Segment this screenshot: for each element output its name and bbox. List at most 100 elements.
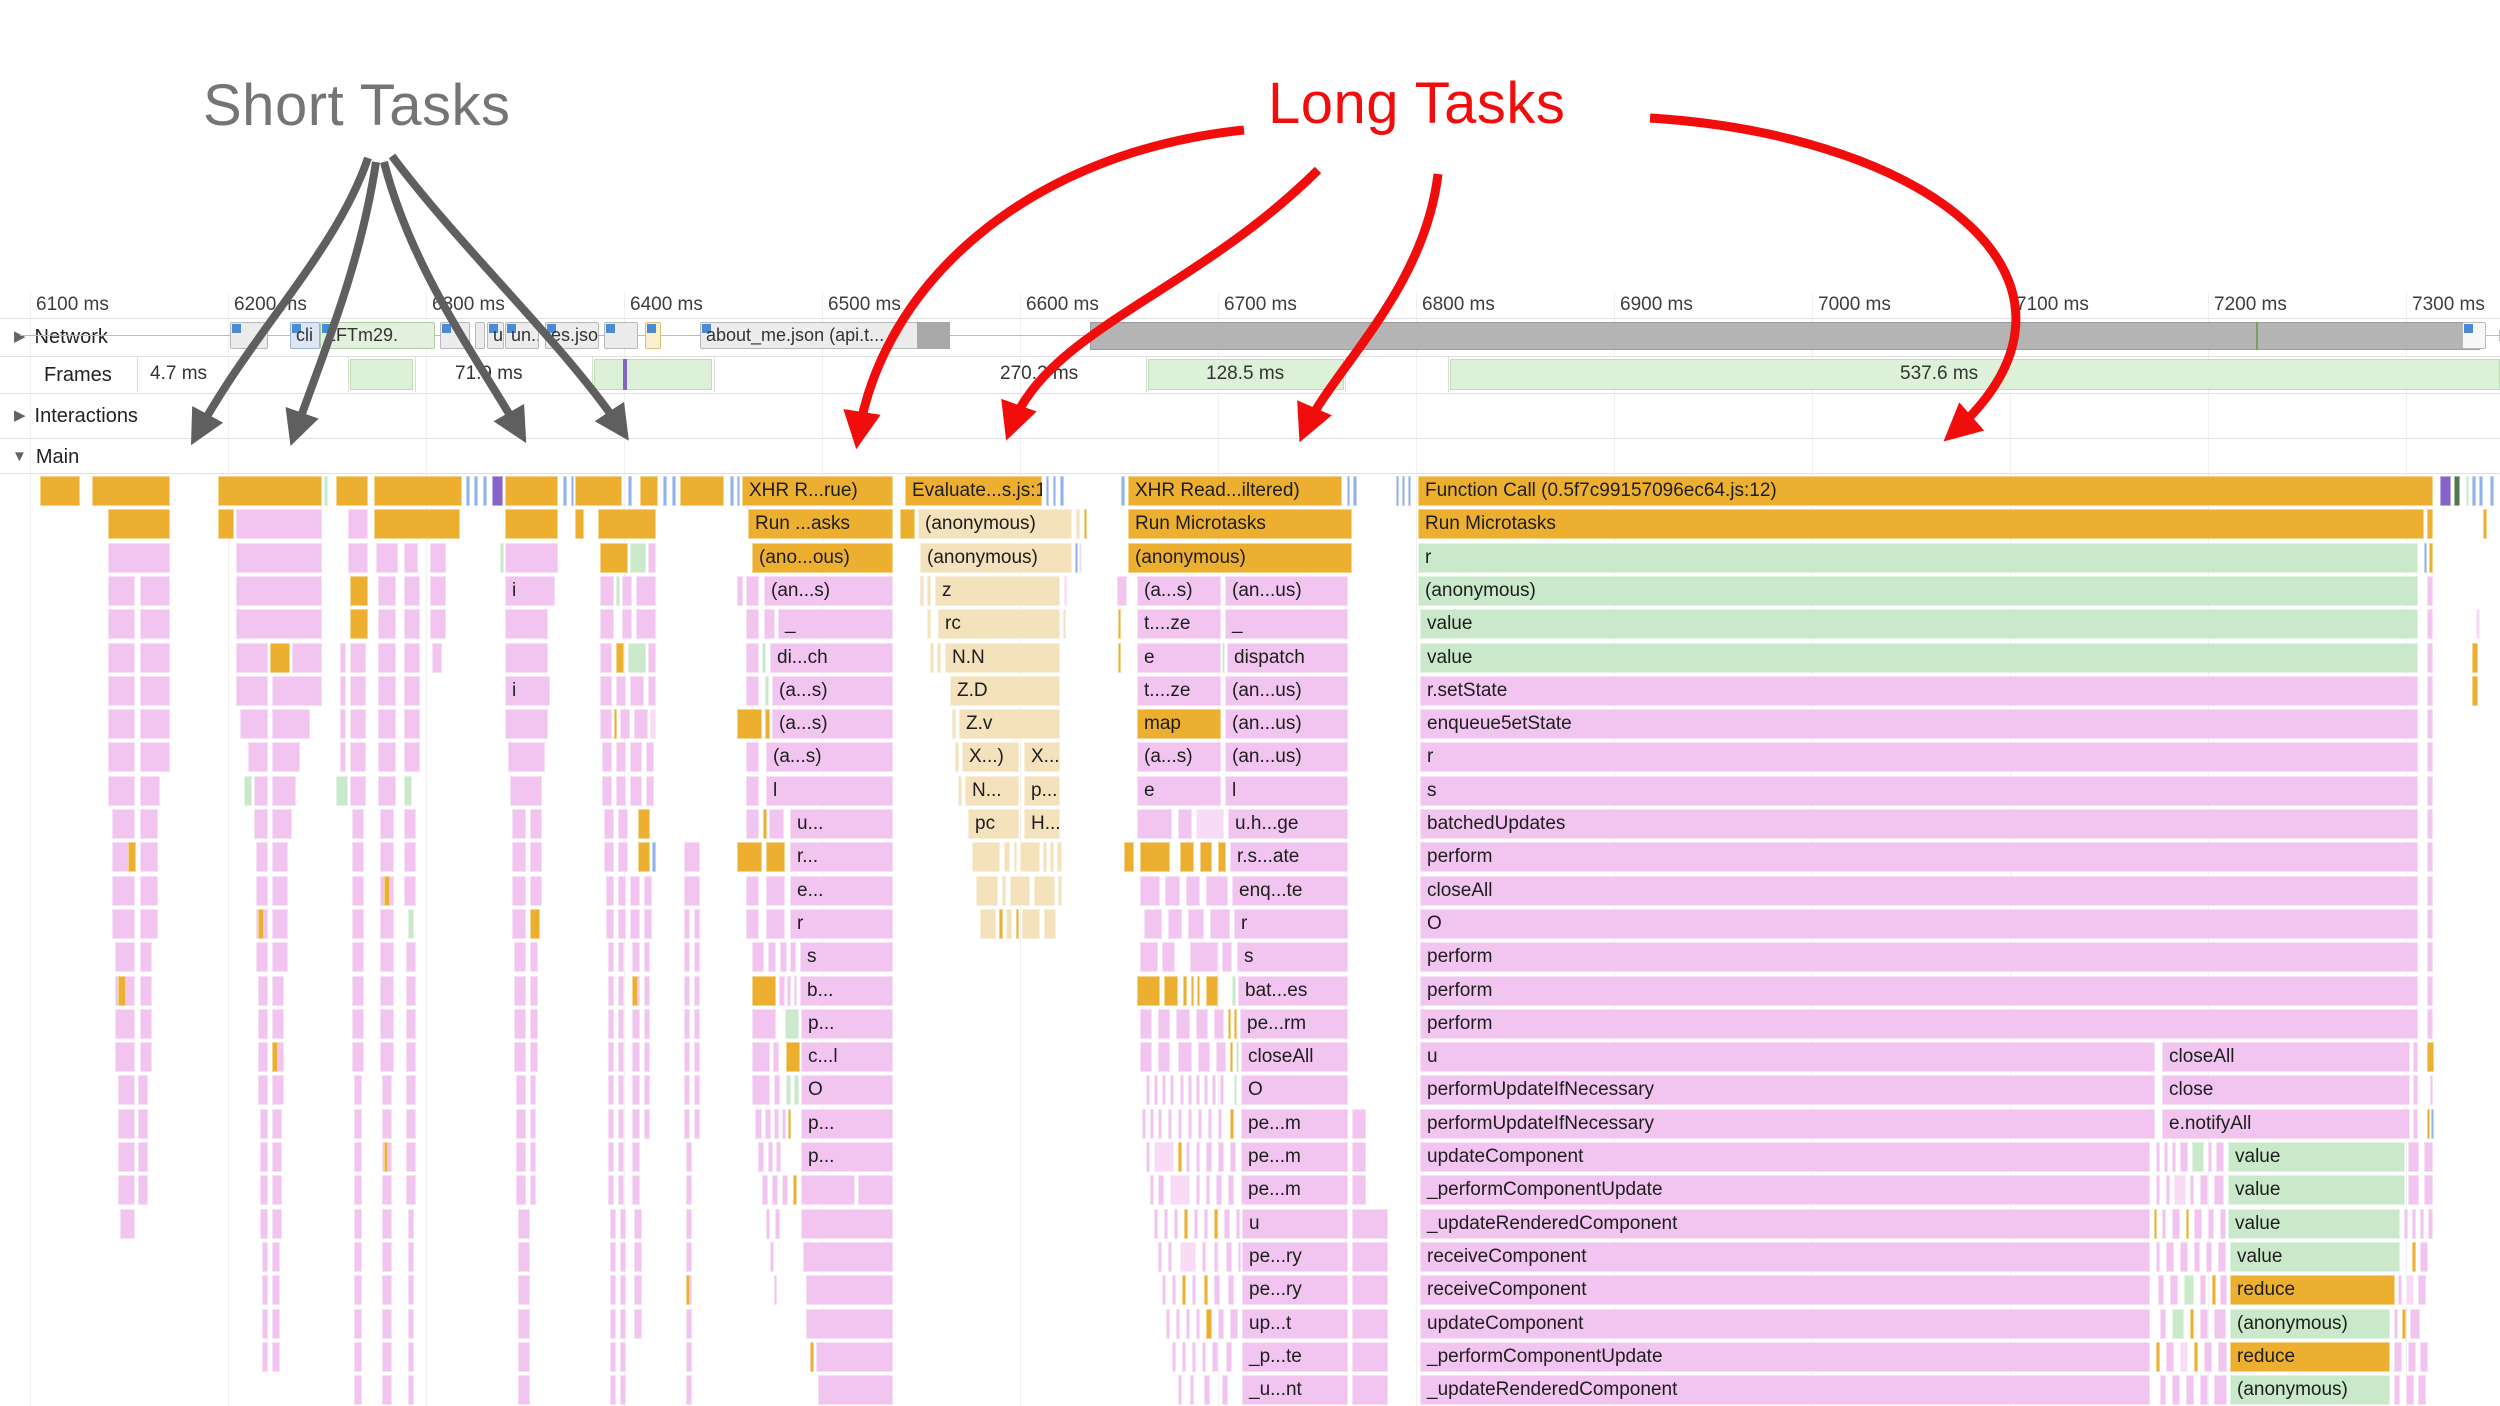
flame-chip[interactable] (140, 575, 170, 606)
flame-chip[interactable] (1402, 476, 1405, 506)
flame-bar[interactable]: (anonymous) (2230, 1308, 2390, 1339)
flame-chip[interactable] (408, 1275, 414, 1306)
flame-chip[interactable] (1022, 908, 1040, 939)
flame-chip[interactable] (604, 842, 614, 873)
flame-chip[interactable] (571, 476, 574, 506)
flame-chip[interactable] (2490, 476, 2494, 506)
flame-chip[interactable] (1016, 908, 1019, 939)
flame-chip[interactable] (684, 875, 700, 906)
flame-chip[interactable] (2170, 1275, 2178, 1306)
flame-chip[interactable] (376, 542, 398, 573)
flame-chip[interactable] (404, 875, 416, 906)
flame-chip[interactable] (108, 542, 170, 573)
flame-chip[interactable] (787, 975, 791, 1006)
flame-chip[interactable] (138, 1175, 148, 1206)
flame-chip[interactable] (404, 709, 420, 740)
flame-bar[interactable]: (an...us) (1225, 709, 1348, 740)
flame-chip[interactable] (2406, 1275, 2414, 1306)
flame-chip[interactable] (618, 975, 624, 1006)
flame-chip[interactable] (684, 975, 690, 1006)
flame-chip[interactable] (530, 1075, 536, 1106)
flame-chip[interactable] (737, 709, 762, 740)
flame-chip[interactable] (272, 1275, 280, 1306)
flame-bar[interactable]: Z.v (959, 709, 1060, 740)
flame-chip[interactable] (352, 1008, 364, 1039)
flame-chip[interactable] (236, 642, 268, 673)
flame-chip[interactable] (1214, 1241, 1218, 1272)
flame-chip[interactable] (610, 1208, 616, 1239)
flame-chip[interactable] (380, 942, 394, 973)
flame-chip[interactable] (816, 1341, 893, 1372)
flame-chip[interactable] (505, 709, 548, 740)
flame-chip[interactable] (2192, 1142, 2204, 1172)
flame-bar[interactable]: _updateRenderedComponent (1420, 1375, 2150, 1406)
flame-bar[interactable]: pe...ry (1242, 1241, 1348, 1272)
flame-chip[interactable] (512, 809, 526, 839)
flame-chip[interactable] (2214, 1175, 2224, 1206)
flame-chip[interactable] (404, 642, 420, 673)
flame-chip[interactable] (354, 1175, 362, 1206)
flame-bar[interactable]: (ano...ous) (752, 542, 893, 573)
flame-chip[interactable] (2413, 1075, 2418, 1106)
frame-chip[interactable] (350, 359, 413, 390)
flame-chip[interactable] (140, 1042, 152, 1073)
flame-chip[interactable] (108, 675, 135, 706)
flame-chip[interactable] (563, 476, 567, 506)
flame-chip[interactable] (980, 908, 996, 939)
flame-chip[interactable] (1352, 1375, 1388, 1406)
flame-chip[interactable] (684, 1042, 690, 1073)
flame-bar[interactable]: e (1137, 642, 1221, 673)
flame-chip[interactable] (1196, 1008, 1208, 1039)
flame-chip[interactable] (618, 1075, 624, 1106)
flame-bar[interactable]: (anonymous) (918, 509, 1072, 540)
flame-chip[interactable] (340, 709, 346, 740)
flame-bar[interactable]: r (1420, 742, 2418, 773)
flame-bar[interactable]: _performComponentUpdate (1420, 1341, 2150, 1372)
flame-chip[interactable] (644, 908, 652, 939)
flame-chip[interactable] (2410, 1308, 2420, 1339)
flame-chip[interactable] (260, 1142, 268, 1172)
flame-chip[interactable] (118, 1175, 135, 1206)
flame-chip[interactable] (630, 775, 642, 806)
flame-chip[interactable] (272, 875, 288, 906)
flame-chip[interactable] (2218, 1241, 2226, 1272)
flame-chip[interactable] (2186, 1375, 2194, 1406)
flame-bar[interactable]: (an...s) (764, 575, 893, 606)
flame-chip[interactable] (272, 942, 288, 973)
flame-chip[interactable] (1075, 542, 1078, 573)
flame-chip[interactable] (1196, 1308, 1200, 1339)
flame-bar[interactable]: u (1242, 1208, 1348, 1239)
flame-bar[interactable]: s (1420, 775, 2418, 806)
flame-chip[interactable] (1137, 975, 1160, 1006)
flame-chip[interactable] (1186, 875, 1200, 906)
flame-chip[interactable] (408, 1241, 414, 1272)
flame-bar[interactable]: (anonymous) (920, 542, 1072, 573)
flame-chip[interactable] (1188, 908, 1204, 939)
flame-chip[interactable] (1198, 1108, 1202, 1139)
flame-chip[interactable] (374, 476, 462, 506)
flame-chip[interactable] (1168, 908, 1182, 939)
flame-chip[interactable] (2408, 1175, 2419, 1206)
flame-chip[interactable] (648, 542, 656, 573)
flame-chip[interactable] (1230, 1108, 1234, 1139)
flame-chip[interactable] (2216, 1142, 2224, 1172)
flame-chip[interactable] (2427, 1108, 2430, 1139)
flame-chip[interactable] (1178, 1142, 1182, 1172)
flame-chip[interactable] (663, 476, 667, 506)
flame-chip[interactable] (118, 1142, 135, 1172)
flame-chip[interactable] (236, 609, 322, 640)
flame-chip[interactable] (680, 476, 724, 506)
flame-chip[interactable] (765, 1108, 771, 1139)
flame-chip[interactable] (684, 908, 690, 939)
flame-chip[interactable] (2208, 1142, 2212, 1172)
flame-bar[interactable]: (anonymous) (2230, 1375, 2390, 1406)
flame-chip[interactable] (1050, 842, 1054, 873)
flame-chip[interactable] (1198, 1042, 1210, 1073)
flame-chip[interactable] (1124, 842, 1134, 873)
flame-bar[interactable]: (a...s) (772, 709, 893, 740)
flame-chip[interactable] (766, 1208, 770, 1239)
flame-chip[interactable] (746, 775, 759, 806)
flame-chip[interactable] (1176, 1008, 1190, 1039)
flame-chip[interactable] (2166, 1175, 2170, 1206)
flame-chip[interactable] (1060, 476, 1064, 506)
